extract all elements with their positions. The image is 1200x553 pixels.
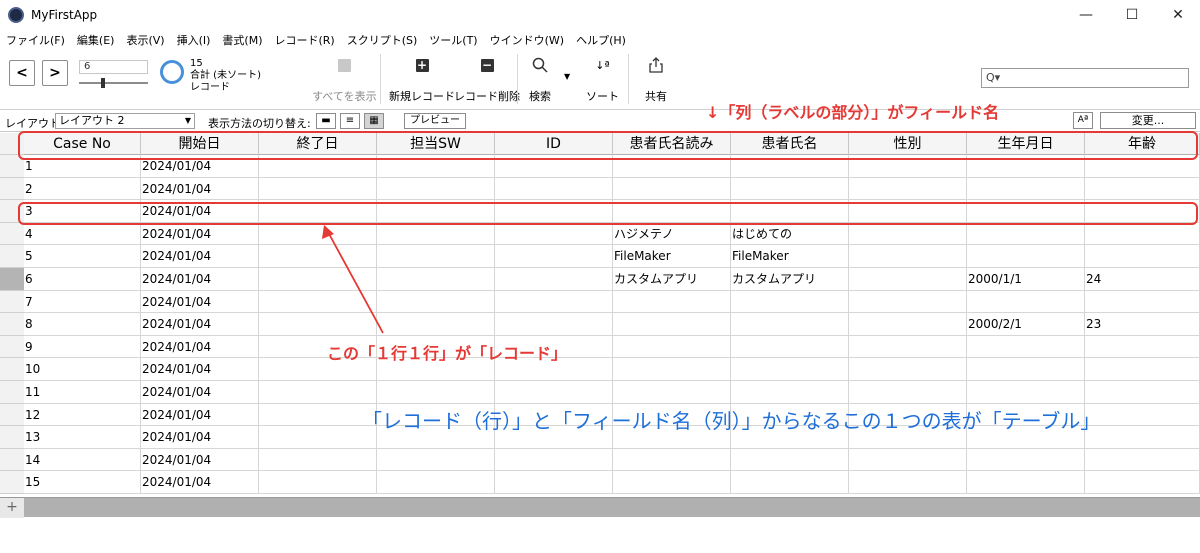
arrow-annotation: [322, 225, 384, 334]
table-annotation: 「レコード（行）」と「フィールド名（列）」からなるこの１つの表が「テーブル」: [362, 409, 1101, 433]
